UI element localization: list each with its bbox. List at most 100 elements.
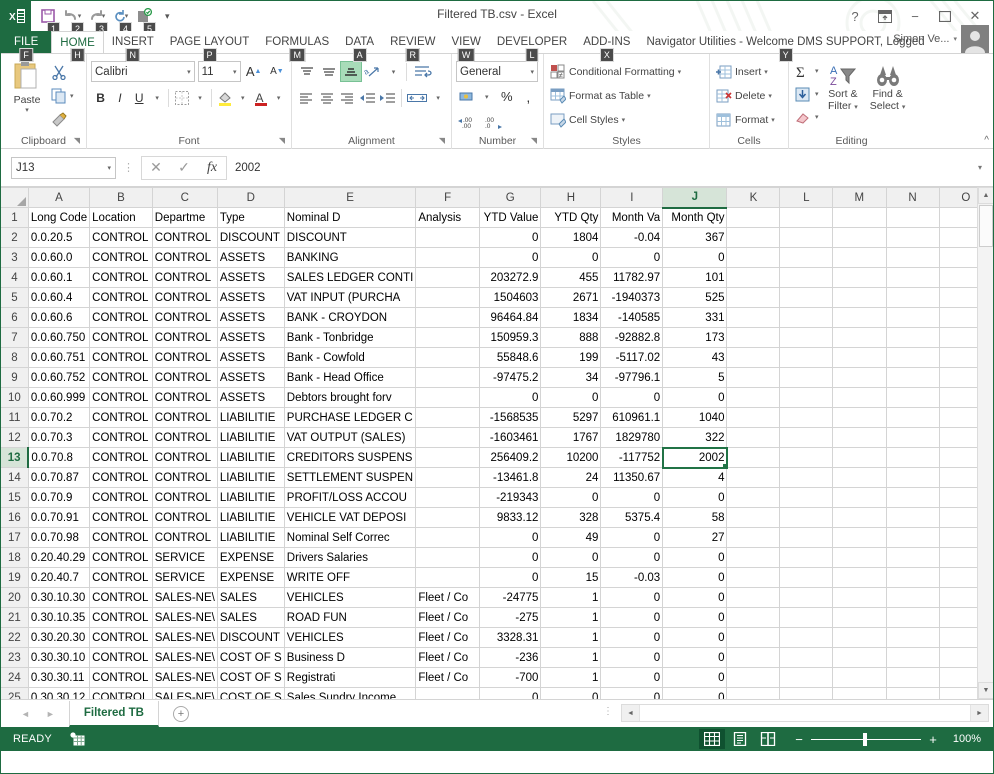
cell-J13[interactable]: 2002 xyxy=(661,446,728,469)
cell-C4[interactable]: CONTROL xyxy=(152,267,218,288)
cell-E5[interactable]: VAT INPUT (PURCHA xyxy=(284,287,417,308)
cell-G18[interactable]: 0 xyxy=(479,547,542,568)
bold-button[interactable]: B xyxy=(91,87,110,108)
expand-formula-bar-icon[interactable]: ▾ xyxy=(971,163,989,172)
alignment-dialog-launcher[interactable]: ◥ xyxy=(439,133,445,148)
chevron-down-icon[interactable]: ▾ xyxy=(953,35,957,43)
cell-K3[interactable] xyxy=(726,247,781,268)
font-size-input[interactable]: 11 ▾ xyxy=(197,61,241,82)
cell-H3[interactable]: 0 xyxy=(540,247,602,268)
cell-E25[interactable]: Sales Sundry Income xyxy=(284,687,417,699)
paste-button[interactable]: Paste ▾ xyxy=(5,57,49,134)
cell-F1[interactable]: Analysis xyxy=(415,207,480,228)
column-header-j[interactable]: J xyxy=(662,187,728,209)
cell-B18[interactable]: CONTROL xyxy=(89,547,153,568)
cell-G8[interactable]: 55848.6 xyxy=(479,347,542,368)
cell-I14[interactable]: 11350.67 xyxy=(600,467,664,488)
cell-F16[interactable] xyxy=(415,507,480,528)
cell-I2[interactable]: -0.04 xyxy=(600,227,664,248)
cell-G2[interactable]: 0 xyxy=(479,227,542,248)
copy-caret-icon[interactable]: ▾ xyxy=(70,92,74,100)
cell-H4[interactable]: 455 xyxy=(540,267,602,288)
cell-H10[interactable]: 0 xyxy=(540,387,602,408)
cell-G5[interactable]: 1504603 xyxy=(479,287,542,308)
copy-button[interactable]: ▾ xyxy=(49,85,76,107)
cell-G12[interactable]: -1603461 xyxy=(479,427,542,448)
name-box[interactable]: J13 ▾ xyxy=(11,156,116,179)
cell-C19[interactable]: SERVICE xyxy=(152,567,218,588)
customize-qat-icon[interactable]: ▾ xyxy=(165,11,170,22)
cell-L19[interactable] xyxy=(779,567,834,588)
column-header-h[interactable]: H xyxy=(540,187,602,208)
cell-N10[interactable] xyxy=(886,387,940,408)
cell-M12[interactable] xyxy=(832,427,887,448)
cell-K19[interactable] xyxy=(726,567,781,588)
italic-button[interactable]: I xyxy=(110,87,129,108)
cell-D10[interactable]: ASSETS xyxy=(217,387,285,408)
cell-K7[interactable] xyxy=(726,327,781,348)
cell-A1[interactable]: Long Code xyxy=(28,207,91,228)
cell-E15[interactable]: PROFIT/LOSS ACCOU xyxy=(284,487,417,508)
cell-N25[interactable] xyxy=(886,687,940,699)
cell-M23[interactable] xyxy=(832,647,887,668)
column-header-e[interactable]: E xyxy=(284,187,417,208)
cell-D14[interactable]: LIABILITIE xyxy=(217,467,285,488)
cell-L16[interactable] xyxy=(779,507,834,528)
cell-H21[interactable]: 1 xyxy=(540,607,602,628)
row-header-7[interactable]: 7 xyxy=(1,327,29,348)
cell-D23[interactable]: COST OF S xyxy=(217,647,285,668)
merge-center-icon[interactable] xyxy=(405,87,429,108)
cell-J2[interactable]: 367 xyxy=(662,227,728,248)
cell-J19[interactable]: 0 xyxy=(662,567,728,588)
cell-N22[interactable] xyxy=(886,627,940,648)
cell-N24[interactable] xyxy=(886,667,940,688)
cell-L9[interactable] xyxy=(779,367,834,388)
zoom-in-button[interactable]: + xyxy=(927,732,939,747)
cell-H6[interactable]: 1834 xyxy=(540,307,602,328)
zoom-out-button[interactable]: − xyxy=(793,732,805,747)
cell-A11[interactable]: 0.0.70.2 xyxy=(28,407,91,428)
cell-A14[interactable]: 0.0.70.87 xyxy=(28,467,91,488)
cell-D9[interactable]: ASSETS xyxy=(217,367,285,388)
help-icon[interactable]: ? xyxy=(841,4,869,28)
row-header-9[interactable]: 9 xyxy=(1,367,29,388)
wrap-text-icon[interactable] xyxy=(410,61,436,82)
cell-I25[interactable]: 0 xyxy=(600,687,664,699)
cell-I10[interactable]: 0 xyxy=(600,387,664,408)
cell-H17[interactable]: 49 xyxy=(540,527,602,548)
cell-J3[interactable]: 0 xyxy=(662,247,728,268)
cell-A16[interactable]: 0.0.70.91 xyxy=(28,507,91,528)
format-caret-icon[interactable]: ▾ xyxy=(771,116,775,124)
cell-I5[interactable]: -1940373 xyxy=(600,287,664,308)
column-header-n[interactable]: N xyxy=(886,187,940,208)
cell-M17[interactable] xyxy=(832,527,887,548)
row-header-18[interactable]: 18 xyxy=(1,547,29,568)
row-header-15[interactable]: 15 xyxy=(1,487,29,508)
cell-E19[interactable]: WRITE OFF xyxy=(284,567,417,588)
cell-K11[interactable] xyxy=(726,407,781,428)
cell-F19[interactable] xyxy=(415,567,480,588)
format-as-table-button[interactable]: Format as Table ▾ xyxy=(548,85,705,107)
cell-C13[interactable]: CONTROL xyxy=(152,447,218,468)
cell-I8[interactable]: -5117.02 xyxy=(600,347,664,368)
cell-D3[interactable]: ASSETS xyxy=(217,247,285,268)
cell-F7[interactable] xyxy=(415,327,480,348)
column-header-b[interactable]: B xyxy=(89,187,153,208)
cell-L15[interactable] xyxy=(779,487,834,508)
cell-H16[interactable]: 328 xyxy=(540,507,602,528)
cell-F20[interactable]: Fleet / Co xyxy=(415,587,480,608)
cell-G4[interactable]: 203272.9 xyxy=(479,267,542,288)
cell-M16[interactable] xyxy=(832,507,887,528)
number-dialog-launcher[interactable]: ◥ xyxy=(531,133,537,148)
cell-L5[interactable] xyxy=(779,287,834,308)
fill-down-icon[interactable]: ▾ xyxy=(793,83,821,105)
cell-D7[interactable]: ASSETS xyxy=(217,327,285,348)
row-header-3[interactable]: 3 xyxy=(1,247,29,268)
cell-D15[interactable]: LIABILITIE xyxy=(217,487,285,508)
tab-insert[interactable]: INSERT N xyxy=(104,31,162,62)
cell-E23[interactable]: Business D xyxy=(284,647,417,668)
cell-E3[interactable]: BANKING xyxy=(284,247,417,268)
cell-J7[interactable]: 173 xyxy=(662,327,728,348)
cell-G25[interactable]: 0 xyxy=(479,687,542,699)
cell-H18[interactable]: 0 xyxy=(540,547,602,568)
